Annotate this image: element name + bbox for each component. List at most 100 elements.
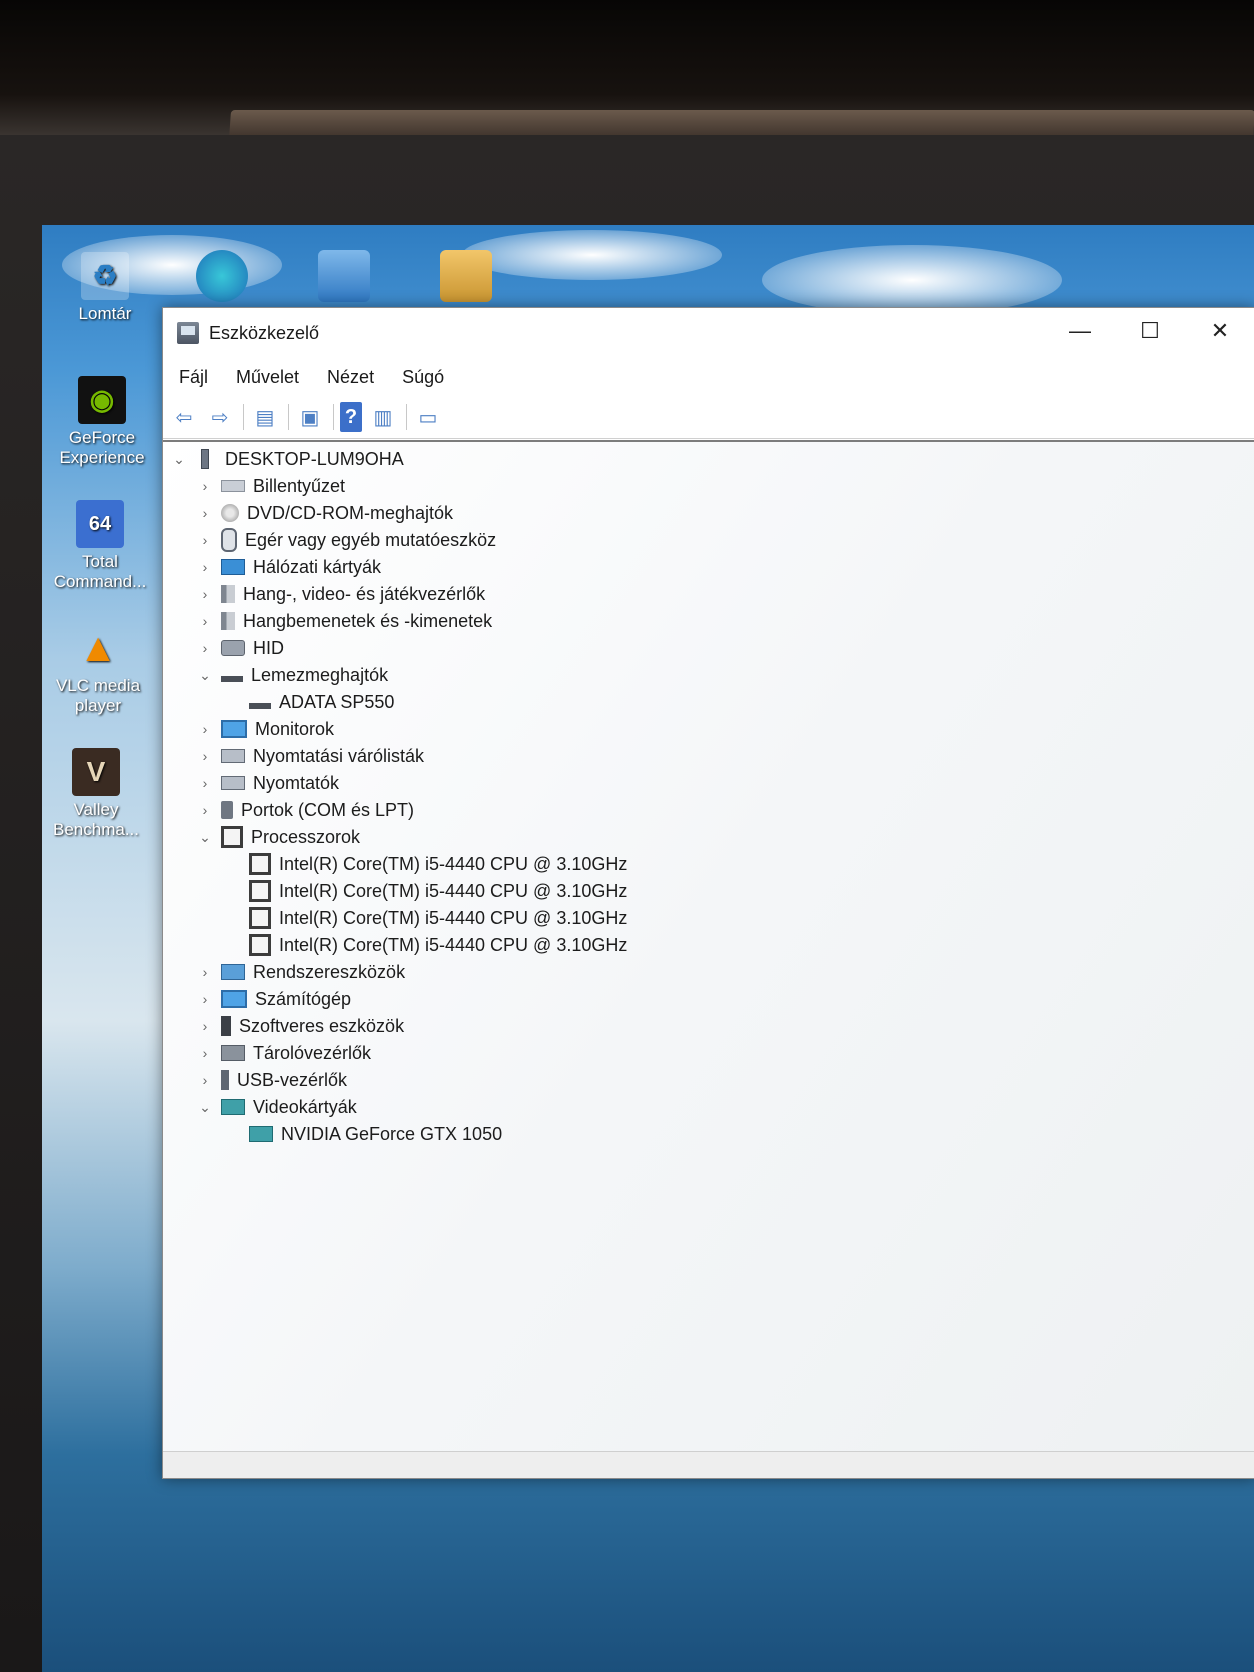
keyboard-icon <box>221 480 245 492</box>
tree-leaf-cpu[interactable]: Intel(R) Core(TM) i5-4440 CPU @ 3.10GHz <box>223 851 627 877</box>
menu-file[interactable]: Fájl <box>177 363 210 392</box>
toolbar-separator <box>406 404 407 430</box>
tree-node-label: Lemezmeghajtók <box>251 664 389 685</box>
tree-node-display-adapters[interactable]: ⌄ Videokártyák <box>195 1094 357 1120</box>
processor-icon <box>249 880 271 902</box>
valley-icon: V <box>72 748 120 796</box>
floppy-icon: 64 <box>76 500 124 548</box>
chevron-right-icon[interactable]: › <box>195 478 215 494</box>
chevron-right-icon[interactable]: › <box>195 505 215 521</box>
tree-node-ports[interactable]: › Portok (COM és LPT) <box>195 797 414 823</box>
disk-drive-icon <box>221 676 243 682</box>
tree-leaf-cpu[interactable]: Intel(R) Core(TM) i5-4440 CPU @ 3.10GHz <box>223 905 627 931</box>
tree-node-storage-controllers[interactable]: › Tárolóvezérlők <box>195 1040 371 1066</box>
chevron-down-icon[interactable]: ⌄ <box>169 451 189 468</box>
tree-node-keyboards[interactable]: › Billentyűzet <box>195 473 345 499</box>
processor-icon <box>249 853 271 875</box>
status-bar <box>163 1451 1254 1478</box>
tree-leaf-cpu[interactable]: Intel(R) Core(TM) i5-4440 CPU @ 3.10GHz <box>223 932 627 958</box>
desktop-icon-vlc[interactable]: ▲ VLC media player <box>48 624 148 716</box>
chevron-right-icon[interactable]: › <box>195 613 215 629</box>
minimize-button[interactable]: — <box>1045 308 1115 354</box>
chevron-right-icon[interactable]: › <box>195 559 215 575</box>
chevron-right-icon[interactable]: › <box>195 775 215 791</box>
tree-node-dvd[interactable]: › DVD/CD-ROM-meghajtók <box>195 500 453 526</box>
tree-node-print-queues[interactable]: › Nyomtatási várólisták <box>195 743 424 769</box>
tree-node-label: Hálózati kártyák <box>253 556 382 577</box>
toolbar-separator <box>333 404 334 430</box>
tree-node-mice[interactable]: › Egér vagy egyéb mutatóeszköz <box>195 527 496 553</box>
back-arrow-icon[interactable]: ⇦ <box>169 402 199 432</box>
chevron-right-icon[interactable]: › <box>195 721 215 737</box>
tree-node-disk-drives[interactable]: ⌄ Lemezmeghajtók <box>195 662 388 688</box>
chevron-down-icon[interactable]: ⌄ <box>195 1099 215 1116</box>
tree-node-label: Egér vagy egyéb mutatóeszköz <box>245 529 497 550</box>
title-bar[interactable]: Eszközkezelő — ☐ ✕ <box>163 308 1254 358</box>
menu-view[interactable]: Nézet <box>325 363 376 392</box>
chevron-right-icon[interactable]: › <box>195 802 215 818</box>
chevron-right-icon[interactable]: › <box>195 640 215 656</box>
tree-node-usb[interactable]: › USB-vezérlők <box>195 1067 347 1093</box>
tree-leaf-gpu[interactable]: NVIDIA GeForce GTX 1050 <box>223 1121 502 1147</box>
tree-node-label: Számítógép <box>255 988 352 1009</box>
computer-icon <box>201 449 209 469</box>
computer-icon <box>221 990 247 1008</box>
chevron-right-icon[interactable]: › <box>195 1072 215 1088</box>
tree-node-label: Szoftveres eszközök <box>239 1015 405 1036</box>
tree-node-label: Billentyűzet <box>253 475 346 496</box>
forward-arrow-icon[interactable]: ⇨ <box>205 402 235 432</box>
processor-icon <box>249 934 271 956</box>
tree-node-network[interactable]: › Hálózati kártyák <box>195 554 381 580</box>
tree-node-computer[interactable]: › Számítógép <box>195 986 351 1012</box>
desktop-icon-recycle-bin[interactable]: ♻ Lomtár <box>55 252 155 324</box>
chevron-down-icon[interactable]: ⌄ <box>195 667 215 684</box>
tree-node-label: Videokártyák <box>253 1096 357 1117</box>
help-icon[interactable]: ? <box>340 402 362 432</box>
desktop-icon-label: Valley Benchma... <box>53 800 139 839</box>
desktop-icon-total-commander[interactable]: 64 Total Command... <box>50 500 150 592</box>
tree-root-label: DESKTOP-LUM9OHA <box>225 448 404 469</box>
user-folder-icon[interactable] <box>440 250 492 302</box>
scan-hardware-monitor-icon[interactable]: ▭ <box>413 402 443 432</box>
tree-node-label: Tárolóvezérlők <box>253 1042 372 1063</box>
tree-node-processors[interactable]: ⌄ Processzorok <box>195 824 360 850</box>
menu-help[interactable]: Súgó <box>400 363 446 392</box>
desktop-icon-valley[interactable]: V Valley Benchma... <box>46 748 146 840</box>
tree-node-system-devices[interactable]: › Rendszereszközök <box>195 959 405 985</box>
speaker-icon <box>221 612 235 630</box>
tree-node-label: Hangbemenetek és -kimenetek <box>243 610 493 631</box>
this-pc-icon[interactable] <box>318 250 370 302</box>
tree-root[interactable]: ⌄ DESKTOP-LUM9OHA <box>169 446 404 472</box>
device-tree: ⌄ DESKTOP-LUM9OHA › Billentyűzet › DVD/C… <box>163 440 1254 1452</box>
tree-node-software-devices[interactable]: › Szoftveres eszközök <box>195 1013 404 1039</box>
tree-node-label: USB-vezérlők <box>237 1069 348 1090</box>
tree-leaf-disk[interactable]: ADATA SP550 <box>223 689 394 715</box>
properties-icon[interactable]: ▣ <box>295 402 325 432</box>
close-button[interactable]: ✕ <box>1185 308 1254 354</box>
chevron-right-icon[interactable]: › <box>195 532 215 548</box>
show-hide-console-tree-icon[interactable]: ▤ <box>250 402 280 432</box>
chevron-right-icon[interactable]: › <box>195 991 215 1007</box>
desktop-icon-geforce[interactable]: ◉ GeForce Experience <box>52 376 152 468</box>
disk-drive-icon <box>249 703 271 709</box>
menu-action[interactable]: Művelet <box>234 363 301 392</box>
chevron-right-icon[interactable]: › <box>195 964 215 980</box>
tree-node-hid[interactable]: › HID <box>195 635 284 661</box>
processor-icon <box>249 907 271 929</box>
tree-leaf-cpu[interactable]: Intel(R) Core(TM) i5-4440 CPU @ 3.10GHz <box>223 878 627 904</box>
chevron-right-icon[interactable]: › <box>195 1045 215 1061</box>
view-icon[interactable]: ▥ <box>368 402 398 432</box>
edge-icon[interactable] <box>196 250 248 302</box>
tree-node-monitors[interactable]: › Monitorok <box>195 716 334 742</box>
chevron-right-icon[interactable]: › <box>195 586 215 602</box>
chevron-right-icon[interactable]: › <box>195 1018 215 1034</box>
tree-node-audio-io[interactable]: › Hangbemenetek és -kimenetek <box>195 608 492 634</box>
desktop-icon-label: VLC media player <box>55 676 141 715</box>
tree-node-printers[interactable]: › Nyomtatók <box>195 770 339 796</box>
chevron-right-icon[interactable]: › <box>195 748 215 764</box>
desktop-icon-label: Total Command... <box>53 552 147 591</box>
tree-node-sound[interactable]: › Hang-, video- és játékvezérlők <box>195 581 485 607</box>
tree-leaf-label: NVIDIA GeForce GTX 1050 <box>281 1123 503 1144</box>
maximize-button[interactable]: ☐ <box>1115 308 1185 354</box>
chevron-down-icon[interactable]: ⌄ <box>195 829 215 846</box>
